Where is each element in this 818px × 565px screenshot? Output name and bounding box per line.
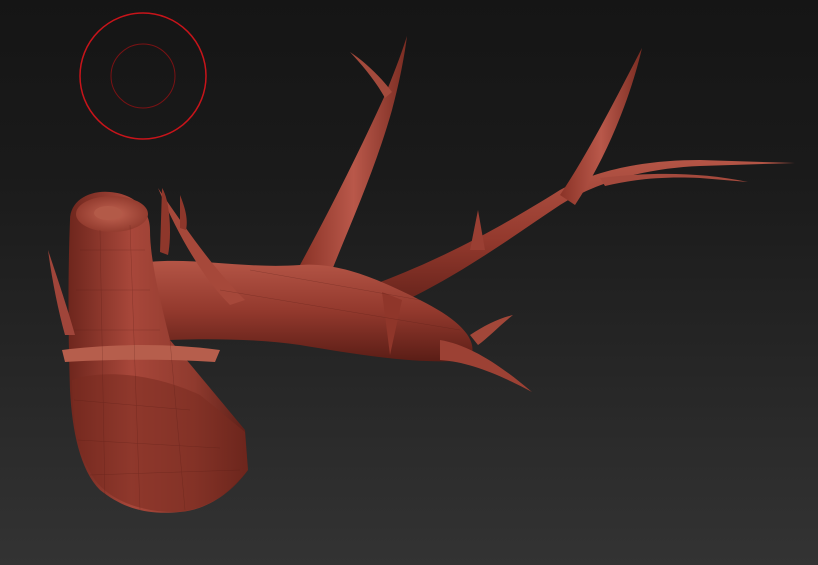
brush-cursor-icon — [79, 12, 207, 140]
viewport-canvas[interactable] — [0, 0, 818, 565]
antler-mesh[interactable] — [48, 36, 795, 513]
sculpt-viewport[interactable] — [0, 0, 818, 565]
